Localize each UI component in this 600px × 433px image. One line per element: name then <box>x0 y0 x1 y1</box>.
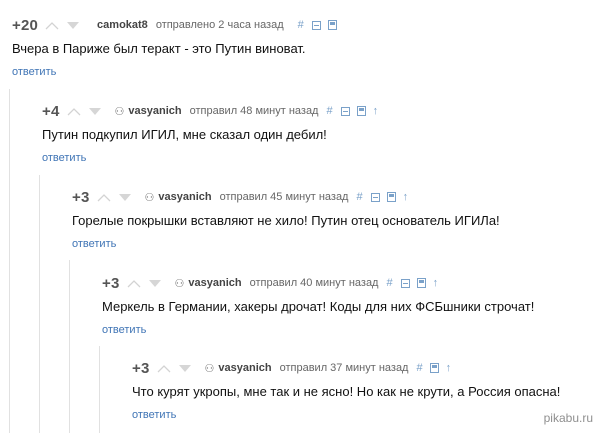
reply-link[interactable]: ответить <box>72 238 116 250</box>
comment-header: +3 ⚇ vasyanich отправил 45 минут назад #… <box>72 187 408 207</box>
reply-link[interactable]: ответить <box>12 66 56 78</box>
comment-time: отправил 45 минут назад <box>219 191 349 203</box>
comment-header: +20 camokat8 отправлено 2 часа назад # <box>12 15 337 35</box>
vote-down-icon[interactable] <box>67 21 80 29</box>
comment-rating: +3 <box>72 188 90 206</box>
comment-time: отправлено 2 часа назад <box>155 19 284 31</box>
save-icon[interactable] <box>429 363 439 373</box>
vote-down-icon[interactable] <box>88 107 101 115</box>
vote-down-icon[interactable] <box>148 279 161 287</box>
thread-line-1 <box>9 89 10 433</box>
comment-header: +4 ⚇ vasyanich отправил 48 минут назад #… <box>42 101 378 121</box>
comment-text: Что курят укропы, мне так и не ясно! Но … <box>132 384 561 399</box>
hash-link-icon[interactable]: # <box>386 277 392 289</box>
site-watermark: pikabu.ru <box>543 411 593 425</box>
comment: +3 ⚇ vasyanich отправил 37 минут назад #… <box>132 358 592 428</box>
parent-link-icon[interactable]: ↑ <box>446 362 452 374</box>
reply-link[interactable]: ответить <box>132 409 176 421</box>
user-icon: ⚇ <box>144 191 155 204</box>
thread-line-3 <box>69 260 70 433</box>
comment-author[interactable]: vasyanich <box>218 362 271 374</box>
reply-link[interactable]: ответить <box>42 152 86 164</box>
comment-rating: +3 <box>102 274 120 292</box>
collapse-icon[interactable] <box>370 192 380 202</box>
vote-up-icon[interactable] <box>127 279 141 288</box>
collapse-icon[interactable] <box>311 20 321 30</box>
comment-header: +3 ⚇ vasyanich отправил 40 минут назад #… <box>102 273 438 293</box>
collapse-icon[interactable] <box>340 106 350 116</box>
comment-rating: +20 <box>12 16 39 34</box>
vote-down-icon[interactable] <box>178 364 191 372</box>
parent-link-icon[interactable]: ↑ <box>403 191 409 203</box>
comment-text: Вчера в Париже был теракт - это Путин ви… <box>12 41 306 56</box>
comment-author[interactable]: vasyanich <box>128 105 181 117</box>
user-icon: ⚇ <box>114 105 125 118</box>
save-icon[interactable] <box>386 192 396 202</box>
reply-link[interactable]: ответить <box>102 324 146 336</box>
vote-up-icon[interactable] <box>97 193 111 202</box>
comment-header: +3 ⚇ vasyanich отправил 37 минут назад #… <box>132 358 451 378</box>
vote-up-icon[interactable] <box>67 107 81 116</box>
save-icon[interactable] <box>327 20 337 30</box>
hash-link-icon[interactable]: # <box>356 191 362 203</box>
comment: +3 ⚇ vasyanich отправил 45 минут назад #… <box>72 187 592 257</box>
user-icon: ⚇ <box>174 277 185 290</box>
comment-time: отправил 37 минут назад <box>279 362 409 374</box>
vote-down-icon[interactable] <box>118 193 131 201</box>
vote-up-icon[interactable] <box>45 21 59 30</box>
user-icon: ⚇ <box>204 362 215 375</box>
comment-time: отправил 40 минут назад <box>249 277 379 289</box>
save-icon[interactable] <box>416 278 426 288</box>
vote-up-icon[interactable] <box>157 364 171 373</box>
hash-link-icon[interactable]: # <box>298 19 304 31</box>
comment: +20 camokat8 отправлено 2 часа назад # В… <box>12 15 592 85</box>
comment: +3 ⚇ vasyanich отправил 40 минут назад #… <box>102 273 592 343</box>
thread-line-2 <box>39 175 40 433</box>
parent-link-icon[interactable]: ↑ <box>373 105 379 117</box>
comment-rating: +3 <box>132 359 150 377</box>
comment-text: Путин подкупил ИГИЛ, мне сказал один деб… <box>42 127 327 142</box>
comment: +4 ⚇ vasyanich отправил 48 минут назад #… <box>42 101 592 171</box>
save-icon[interactable] <box>356 106 366 116</box>
comment-time: отправил 48 минут назад <box>189 105 319 117</box>
hash-link-icon[interactable]: # <box>326 105 332 117</box>
collapse-icon[interactable] <box>400 278 410 288</box>
comment-author[interactable]: vasyanich <box>188 277 241 289</box>
comment-rating: +4 <box>42 102 60 120</box>
comment-text: Горелые покрышки вставляют не хило! Пути… <box>72 213 500 228</box>
hash-link-icon[interactable]: # <box>416 362 422 374</box>
comment-text: Меркель в Германии, хакеры дрочат! Коды … <box>102 299 535 314</box>
comment-author[interactable]: vasyanich <box>158 191 211 203</box>
thread-line-4 <box>99 346 100 433</box>
comment-author[interactable]: camokat8 <box>97 19 148 31</box>
parent-link-icon[interactable]: ↑ <box>433 277 439 289</box>
